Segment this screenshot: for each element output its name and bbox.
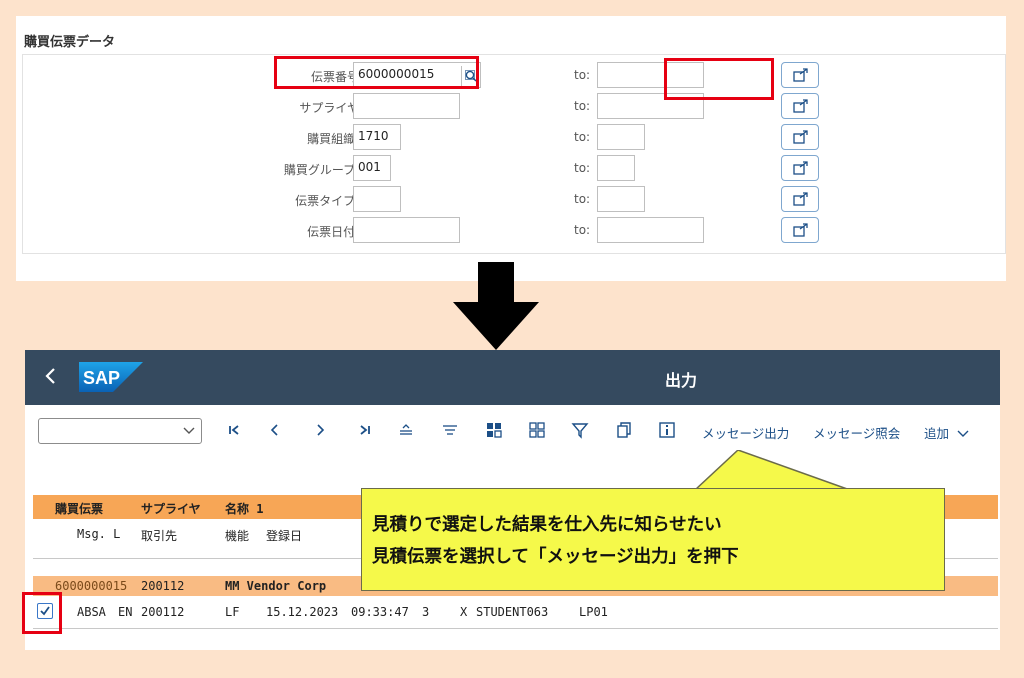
header-purchasing-doc: 購買伝票 (55, 502, 104, 516)
callout-line-1: 見積りで選定した結果を仕入先に知らせたい (372, 515, 722, 535)
callout-pointer (693, 450, 863, 492)
chevron-down-icon (183, 427, 195, 434)
row-purchasing-org: 購買組織 : 1710 to: (23, 124, 1005, 152)
section-title: 購買伝票データ (24, 35, 116, 50)
multiple-selection-icon (793, 192, 808, 206)
document-date-to-input[interactable] (597, 217, 704, 243)
row-time: 09:33:47 (351, 605, 409, 619)
grid-outline-icon[interactable] (528, 421, 546, 439)
row-document-date: 伝票日付 : to: (23, 217, 1005, 245)
group-doc-number: 6000000015 (55, 579, 128, 593)
selection-form: 伝票番号: 6000000015 to: サプライヤ: to: 購買組織 : 1… (22, 54, 1006, 254)
first-page-icon[interactable] (226, 421, 244, 439)
info-icon[interactable] (658, 421, 676, 439)
chevron-down-icon (957, 430, 969, 437)
down-arrow-icon (453, 262, 539, 350)
header-msg-l: Msg. L (77, 527, 121, 541)
previous-icon[interactable] (266, 421, 284, 439)
back-icon[interactable] (41, 364, 61, 388)
row-count: 3 (422, 605, 430, 619)
purchasing-group-value: 001 (358, 160, 381, 174)
highlight-box-document-number (274, 56, 479, 89)
purchasing-group-input[interactable]: 001 (353, 155, 391, 181)
multiple-selection-icon (793, 99, 808, 113)
sap-logo-text: SAP (83, 368, 120, 388)
multiple-selection-button[interactable] (781, 186, 819, 212)
row-supplier: サプライヤ: to: (23, 93, 1005, 121)
row-printer: LP01 (579, 605, 608, 619)
message-display-button[interactable]: メッセージ照会 (813, 423, 900, 442)
page-title: 出力 (665, 371, 698, 390)
grid-filled-icon[interactable] (485, 421, 503, 439)
multiple-selection-button[interactable] (781, 124, 819, 150)
to-label: to: (574, 99, 591, 113)
add-menu-label: 追加 (924, 426, 950, 441)
multiple-selection-icon (793, 130, 808, 144)
row-language: EN (118, 605, 133, 619)
highlight-box-checkbox (22, 592, 62, 634)
row-user: STUDENT063 (476, 605, 549, 619)
header-name: 名称 1 (225, 502, 264, 516)
row-flag: X (460, 605, 468, 619)
group-name: MM Vendor Corp (225, 579, 327, 593)
multiple-selection-icon (793, 161, 808, 175)
row-document-type: 伝票タイプ : to: (23, 186, 1005, 214)
row-purchasing-group: 購買グループ : 001 to: (23, 155, 1005, 183)
next-icon[interactable] (311, 421, 329, 439)
header-created-date: 登録日 (266, 529, 303, 543)
multiple-selection-button[interactable] (781, 217, 819, 243)
multiple-selection-button[interactable] (781, 62, 819, 88)
header-function: 機能 (225, 529, 250, 543)
to-label: to: (574, 192, 591, 206)
row-date: 15.12.2023 (266, 605, 339, 619)
row-partner: 200112 (141, 605, 185, 619)
row-document-number: 伝票番号: 6000000015 to: (23, 62, 1005, 90)
group-supplier: 200112 (141, 579, 185, 593)
callout-line-2: 見積伝票を選択して「メッセージ出力」を押下 (372, 547, 739, 567)
document-date-input[interactable] (353, 217, 460, 243)
document-type-to-input[interactable] (597, 186, 645, 212)
sap-logo: SAP (79, 362, 143, 392)
multiple-selection-button[interactable] (781, 155, 819, 181)
last-page-icon[interactable] (355, 421, 373, 439)
message-output-button[interactable]: メッセージ出力 (702, 423, 789, 442)
row-function: LF (225, 605, 240, 619)
field-label: 購買グループ : (283, 163, 363, 177)
to-label: to: (574, 223, 591, 237)
align-center-icon[interactable] (397, 421, 415, 439)
to-label: to: (574, 130, 591, 144)
multiple-selection-icon (793, 68, 808, 82)
filter-lines-icon[interactable] (441, 421, 459, 439)
selection-screen: 購買伝票データ 伝票番号: 6000000015 to: サプライヤ: to: … (16, 16, 1006, 281)
multiple-selection-button[interactable] (781, 93, 819, 119)
layout-select[interactable] (38, 418, 202, 444)
supplier-input[interactable] (353, 93, 460, 119)
annotation-callout: 見積りで選定した結果を仕入先に知らせたい 見積伝票を選択して「メッセージ出力」を… (361, 488, 945, 591)
add-menu-button[interactable]: 追加 (924, 423, 969, 442)
funnel-icon[interactable] (571, 421, 589, 439)
purchasing-org-input[interactable]: 1710 (353, 124, 401, 150)
document-type-input[interactable] (353, 186, 401, 212)
to-label: to: (574, 161, 591, 175)
purchasing-org-to-input[interactable] (597, 124, 645, 150)
highlight-box-message-output (664, 58, 774, 100)
toolbar: メッセージ出力 メッセージ照会 追加 (25, 405, 1000, 455)
list-divider (33, 628, 998, 629)
header-supplier: サプライヤ (141, 502, 201, 516)
purchasing-group-to-input[interactable] (597, 155, 635, 181)
shell-bar: SAP 出力 (25, 350, 1000, 405)
header-partner: 取引先 (141, 529, 178, 543)
multiple-selection-icon (793, 223, 808, 237)
purchasing-org-value: 1710 (358, 129, 389, 143)
row-message-type: ABSA (77, 605, 106, 619)
copy-icon[interactable] (615, 421, 633, 439)
to-label: to: (574, 68, 591, 82)
